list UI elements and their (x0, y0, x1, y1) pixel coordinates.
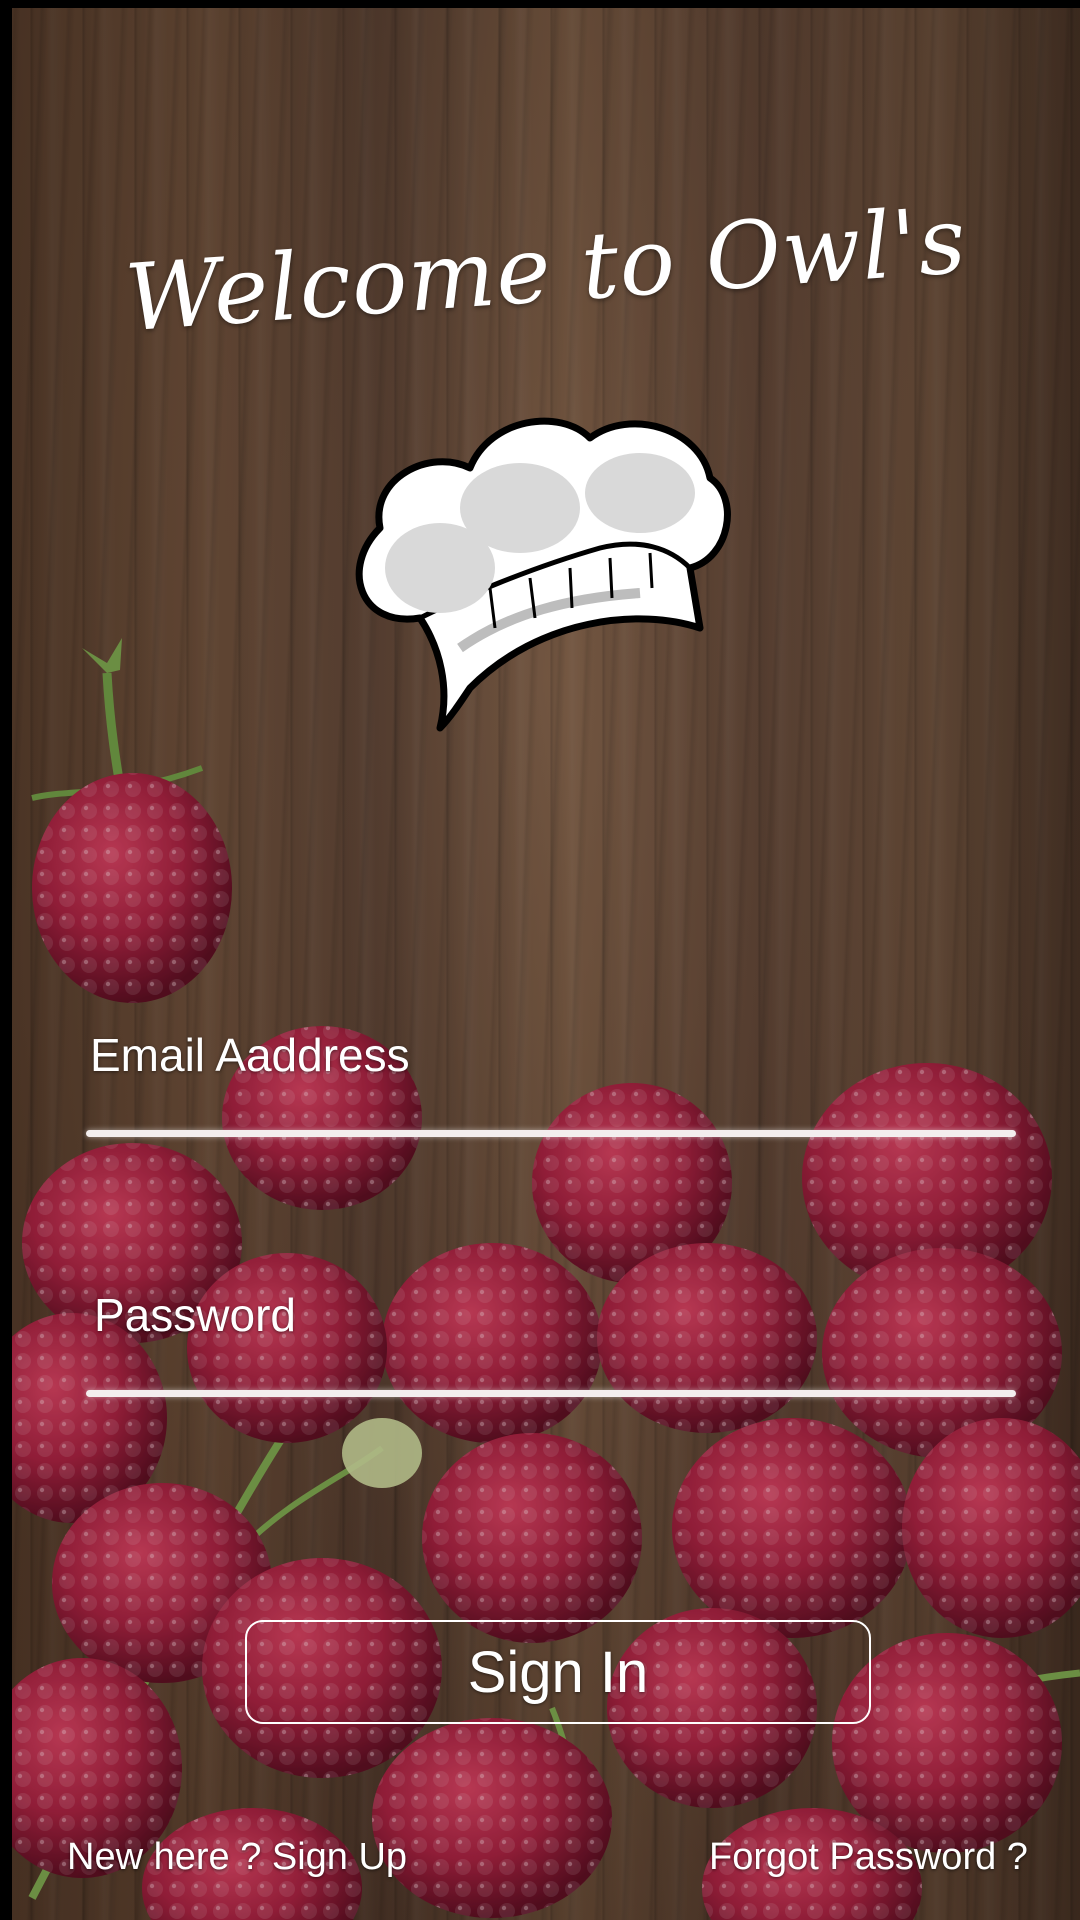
login-screen: Welcome to Owl's Email Aaddress Password… (12, 8, 1080, 1920)
email-underline (86, 1130, 1016, 1137)
forgot-password-link[interactable]: Forgot Password ? (709, 1836, 1028, 1879)
email-field[interactable] (86, 1028, 1020, 1110)
sign-in-label: Sign In (467, 1639, 649, 1705)
chef-hat-icon (355, 417, 731, 732)
sign-in-button[interactable]: Sign In (245, 1620, 871, 1724)
sign-up-link[interactable]: New here ? Sign Up (67, 1836, 407, 1879)
password-field[interactable] (86, 1288, 1020, 1370)
password-underline (86, 1390, 1016, 1397)
